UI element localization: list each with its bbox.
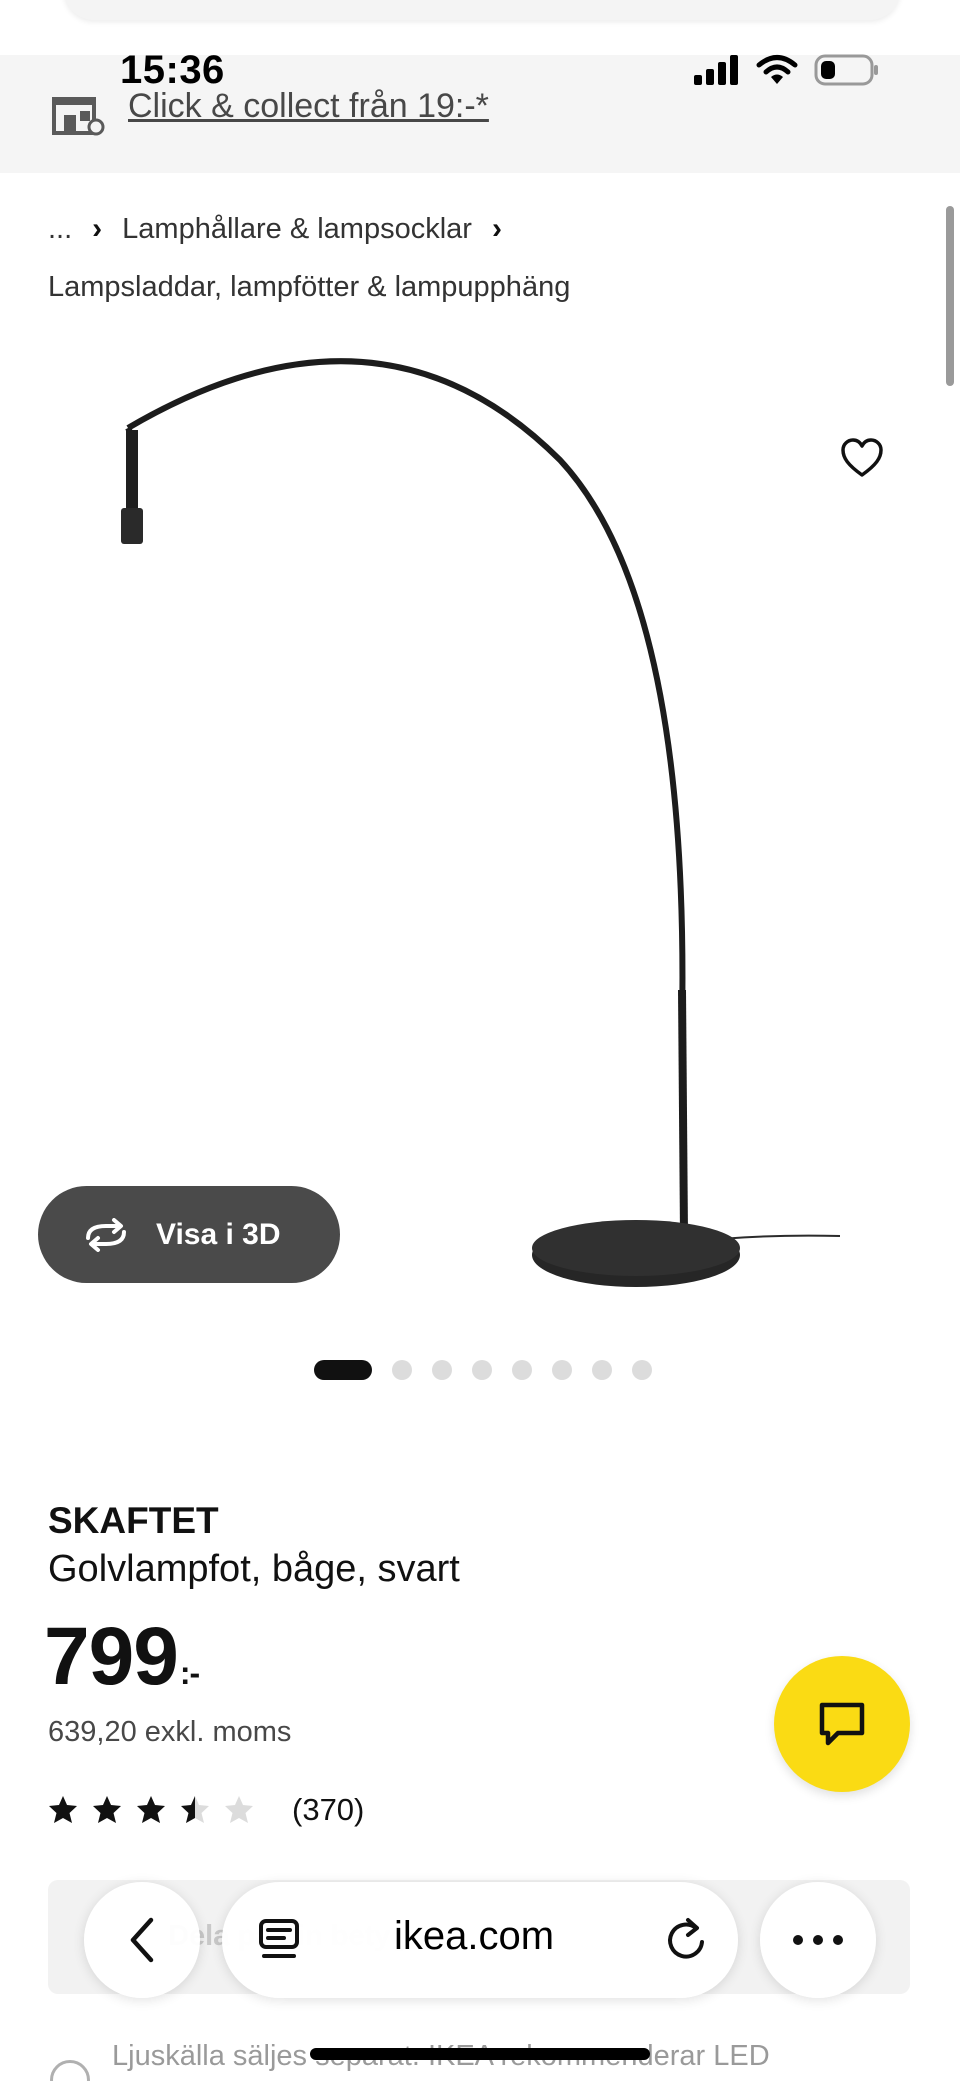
gallery-dot[interactable] — [632, 1360, 652, 1380]
chat-icon — [819, 1702, 865, 1746]
status-icons — [692, 54, 880, 86]
home-indicator — [310, 2048, 650, 2060]
more-button[interactable] — [760, 1882, 876, 1998]
rotate-3d-icon — [86, 1217, 126, 1252]
gallery-dots — [314, 1360, 652, 1380]
cellular-signal-icon — [694, 55, 738, 85]
heart-icon — [841, 438, 883, 477]
battery-icon — [814, 54, 878, 86]
product-description: Golvlampfot, båge, svart — [48, 1548, 460, 1590]
address-bar[interactable]: ikea.com — [222, 1882, 738, 1998]
gallery-dot[interactable] — [592, 1360, 612, 1380]
star-icon — [225, 1796, 253, 1823]
chevron-left-icon — [130, 1917, 154, 1963]
product-image[interactable] — [0, 330, 960, 1330]
status-bar: 15:36 — [0, 48, 960, 92]
chevron-right-icon: › — [92, 212, 103, 245]
star-icon — [137, 1796, 165, 1823]
back-button[interactable] — [84, 1882, 200, 1998]
rating[interactable]: (370) — [48, 1792, 364, 1828]
product-price: 799:- — [44, 1610, 200, 1704]
gallery-dot[interactable] — [432, 1360, 452, 1380]
breadcrumb-item-lamphallare[interactable]: Lamphållare & lampsocklar — [122, 200, 472, 258]
price-value: 799 — [44, 1611, 179, 1702]
more-icon — [793, 1935, 843, 1945]
breadcrumb: ... › Lamphållare & lampsocklar › Lampsl… — [48, 200, 908, 316]
rating-stars — [48, 1795, 254, 1825]
info-icon — [50, 2060, 90, 2081]
star-icon — [93, 1796, 121, 1823]
url-text[interactable]: ikea.com — [394, 1914, 554, 1959]
product-brand: SKAFTET — [48, 1500, 219, 1541]
gallery-dot[interactable] — [512, 1360, 532, 1380]
breadcrumb-item-lampsladdar[interactable]: Lampsladdar, lampfötter & lampupphäng — [48, 258, 570, 316]
store-icon — [50, 93, 106, 142]
wifi-icon — [756, 55, 798, 84]
review-count[interactable]: (370) — [292, 1792, 364, 1828]
chat-button[interactable] — [774, 1656, 910, 1792]
gallery-dot[interactable] — [552, 1360, 572, 1380]
price-ex-vat: 639,20 exkl. moms — [48, 1716, 292, 1748]
gallery-dot[interactable] — [314, 1360, 372, 1380]
view-3d-button[interactable]: Visa i 3D — [38, 1186, 340, 1283]
gallery-dot[interactable] — [392, 1360, 412, 1380]
star-icon — [181, 1796, 209, 1823]
tabs-icon[interactable] — [258, 1918, 300, 1967]
reload-icon[interactable] — [666, 1916, 708, 1967]
price-suffix: :- — [179, 1655, 200, 1691]
browser-toolbar: ikea.com — [0, 1878, 960, 2002]
breadcrumb-ellipsis[interactable]: ... — [48, 200, 72, 258]
status-time: 15:36 — [120, 48, 225, 92]
star-icon — [49, 1796, 77, 1823]
chevron-right-icon: › — [491, 212, 502, 245]
top-pill — [64, 0, 900, 20]
view-3d-label: Visa i 3D — [156, 1217, 281, 1251]
gallery-dot[interactable] — [472, 1360, 492, 1380]
favorite-button[interactable] — [836, 432, 888, 484]
